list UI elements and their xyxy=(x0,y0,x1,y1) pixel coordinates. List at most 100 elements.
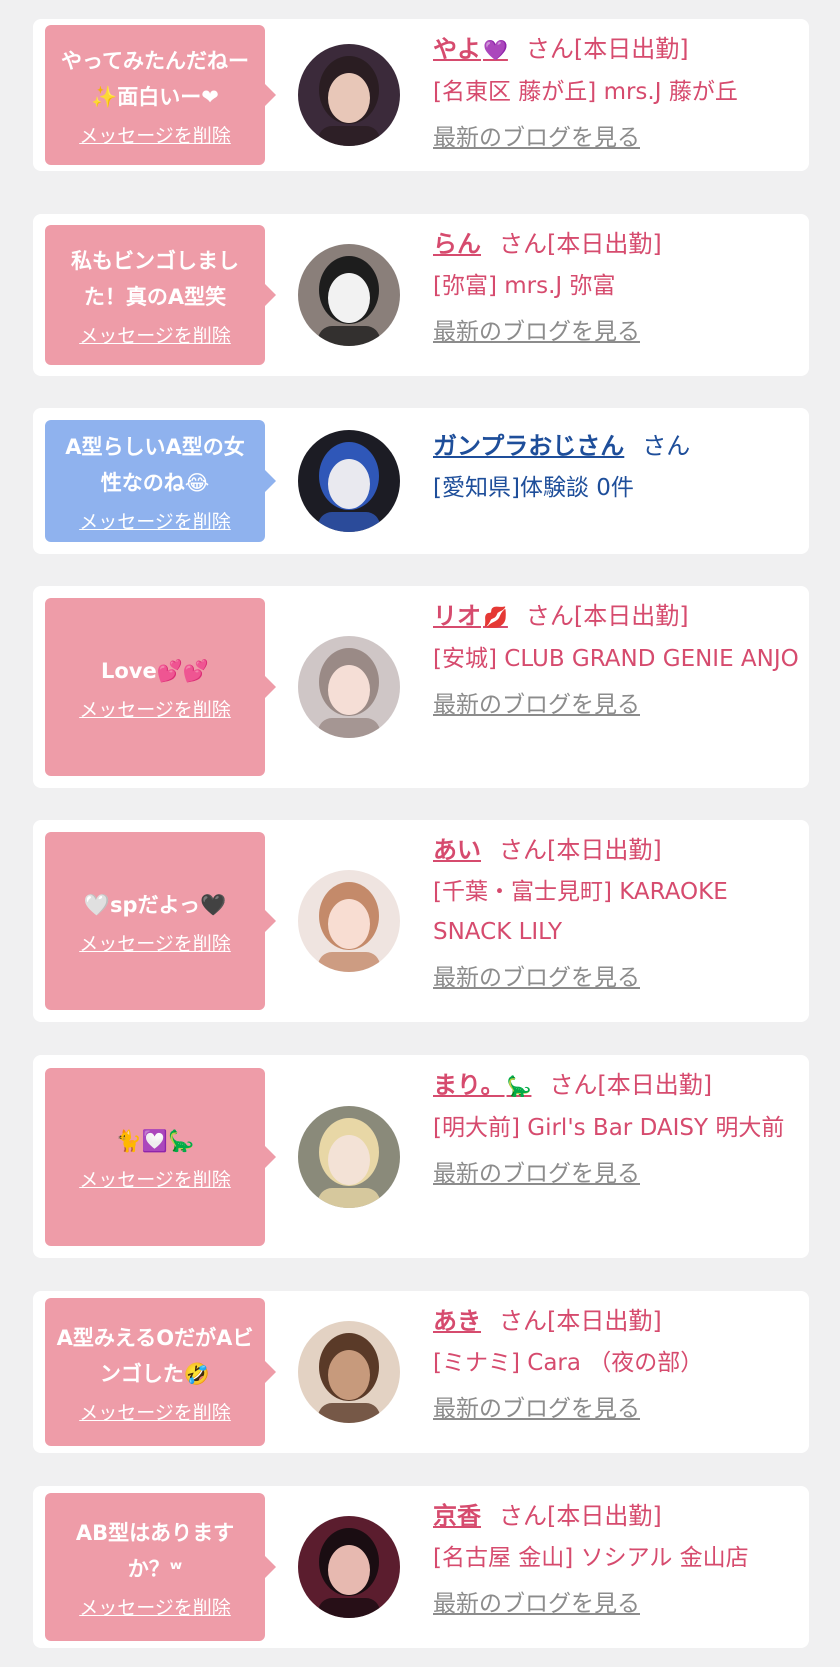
profile-name-link[interactable]: あい xyxy=(433,836,481,864)
profile-info: やよ 💜 さん[本日出勤] [名東区 藤が丘] mrs.J 藤が丘最新のブログを見る xyxy=(433,29,799,152)
message-card: A型らしいA型の女性なのね😂 メッセージを削除 ガンプラおじさん さん [愛知県]体験談… xyxy=(33,408,809,554)
name-emoji-icon: 💋 xyxy=(483,605,508,629)
profile-name[interactable]: 京香 xyxy=(433,1502,481,1530)
message-bubble: 私もビンゴしました！真のA型笑 メッセージを削除 xyxy=(45,225,276,365)
profile-name-link[interactable]: リオ 💋 xyxy=(433,602,508,630)
latest-blog-link[interactable]: 最新のブログを見る xyxy=(433,1584,640,1618)
avatar-photo xyxy=(298,636,400,738)
name-suffix: さん[本日出勤] xyxy=(525,35,689,63)
message-bubble: A型らしいA型の女性なのね😂 メッセージを削除 xyxy=(45,420,276,542)
shop-info: [弥富] mrs.J 弥富 xyxy=(433,273,616,299)
avatar[interactable] xyxy=(298,244,400,346)
shop-info: [名古屋 金山] ソシアル 金山店 xyxy=(433,1545,749,1571)
profile-info: ガンプラおじさん さん [愛知県]体験談 0件 xyxy=(433,426,799,508)
shop-info: [名東区 藤が丘] mrs.J 藤が丘 xyxy=(433,79,738,105)
message-card: AB型はありますか？ʷ メッセージを削除 京香 さん[本日出勤] [名古屋 金山] ソシ… xyxy=(33,1486,809,1648)
profile-info: まり。 🦕 さん[本日出勤] [明大前] Girl's Bar DAISY 明大前最新… xyxy=(433,1065,799,1188)
message-card: 🤍spだよっ🖤 メッセージを削除 あい さん[本日出勤] [千葉・富士見町] KARAO… xyxy=(33,820,809,1022)
avatar[interactable] xyxy=(298,636,400,738)
name-suffix: さん[本日出勤] xyxy=(499,1502,662,1530)
shop-info: [明大前] Girl's Bar DAISY 明大前 xyxy=(433,1115,785,1141)
name-suffix: さん[本日出勤] xyxy=(499,1307,662,1335)
profile-name-link[interactable]: あき xyxy=(433,1307,481,1335)
profile-name[interactable]: らん xyxy=(433,230,481,258)
name-suffix: さん[本日出勤] xyxy=(499,230,662,258)
delete-message-link[interactable]: メッセージを削除 xyxy=(79,1593,231,1620)
profile-name[interactable]: あき xyxy=(433,1307,481,1335)
delete-message-link[interactable]: メッセージを削除 xyxy=(79,1165,231,1192)
name-row: あい さん[本日出勤] xyxy=(433,830,799,870)
name-suffix: さん[本日出勤] xyxy=(525,602,689,630)
name-row: ガンプラおじさん さん xyxy=(433,426,799,466)
delete-message-link[interactable]: メッセージを削除 xyxy=(79,507,231,534)
delete-message-link[interactable]: メッセージを削除 xyxy=(79,929,231,956)
avatar-photo xyxy=(298,1516,400,1618)
message-bubble: A型みえるOだがAビンゴした🤣 メッセージを削除 xyxy=(45,1298,276,1446)
message-bubble: AB型はありますか？ʷ メッセージを削除 xyxy=(45,1493,276,1641)
message-card: 私もビンゴしました！真のA型笑 メッセージを削除 らん さん[本日出勤] [弥富] mr… xyxy=(33,214,809,376)
message-bubble: 🤍spだよっ🖤 メッセージを削除 xyxy=(45,832,276,1010)
avatar-photo xyxy=(298,1321,400,1423)
profile-name[interactable]: まり。 xyxy=(433,1071,505,1099)
avatar-photo xyxy=(298,1106,400,1208)
message-text: A型らしいA型の女性なのね😂 xyxy=(65,434,245,495)
profile-name-link[interactable]: らん xyxy=(433,230,481,258)
profile-name[interactable]: あい xyxy=(433,836,481,864)
message-text: 🤍spだよっ🖤 xyxy=(83,892,227,917)
latest-blog-link[interactable]: 最新のブログを見る xyxy=(433,1154,640,1188)
profile-info: リオ 💋 さん[本日出勤] [安城] CLUB GRAND GENIE ANJO 最新の… xyxy=(433,596,799,719)
message-bubble: やってみたんだねー✨面白いー❤ メッセージを削除 xyxy=(45,25,276,165)
name-row: まり。 🦕 さん[本日出勤] xyxy=(433,1065,799,1106)
avatar-photo xyxy=(298,430,400,532)
latest-blog-link[interactable]: 最新のブログを見る xyxy=(433,312,640,346)
message-bubble: Love💕💕 メッセージを削除 xyxy=(45,598,276,776)
avatar[interactable] xyxy=(298,1516,400,1618)
message-text: やってみたんだねー✨面白いー❤ xyxy=(61,48,249,109)
message-text: A型みえるOだがAビンゴした🤣 xyxy=(56,1325,254,1386)
latest-blog-link[interactable]: 最新のブログを見る xyxy=(433,1389,640,1423)
name-row: やよ 💜 さん[本日出勤] xyxy=(433,29,799,70)
message-card: やってみたんだねー✨面白いー❤ メッセージを削除 やよ 💜 さん[本日出勤] [名東区 藤… xyxy=(33,19,809,171)
profile-name-link[interactable]: まり。 🦕 xyxy=(433,1071,531,1099)
profile-name-link[interactable]: やよ 💜 xyxy=(433,35,508,63)
message-list: やってみたんだねー✨面白いー❤ メッセージを削除 やよ 💜 さん[本日出勤] [名東区 藤… xyxy=(0,0,840,1667)
profile-info: あい さん[本日出勤] [千葉・富士見町] KARAOKE SNACK LILY 最新… xyxy=(433,830,799,992)
profile-name[interactable]: リオ xyxy=(433,602,481,630)
avatar[interactable] xyxy=(298,870,400,972)
name-suffix: さん[本日出勤] xyxy=(499,836,662,864)
message-text: 🐈💟🦕 xyxy=(115,1128,195,1153)
latest-blog-link[interactable]: 最新のブログを見る xyxy=(433,685,640,719)
avatar-photo xyxy=(298,870,400,972)
shop-info: [ミナミ] Cara （夜の部） xyxy=(433,1350,704,1376)
name-row: あき さん[本日出勤] xyxy=(433,1301,799,1341)
delete-message-link[interactable]: メッセージを削除 xyxy=(79,321,231,348)
profile-name[interactable]: やよ xyxy=(433,35,481,63)
name-emoji-icon: 🦕 xyxy=(506,1074,532,1098)
message-text: Love💕💕 xyxy=(100,658,210,683)
shop-info: [安城] CLUB GRAND GENIE ANJO xyxy=(433,646,799,672)
name-emoji-icon: 💜 xyxy=(483,38,508,62)
message-card: A型みえるOだがAビンゴした🤣 メッセージを削除 あき さん[本日出勤] [ミナミ] C… xyxy=(33,1291,809,1453)
shop-info: [愛知県]体験談 0件 xyxy=(433,475,634,501)
avatar[interactable] xyxy=(298,1106,400,1208)
avatar[interactable] xyxy=(298,1321,400,1423)
latest-blog-link[interactable]: 最新のブログを見る xyxy=(433,118,640,152)
avatar-photo xyxy=(298,244,400,346)
delete-message-link[interactable]: メッセージを削除 xyxy=(79,1398,231,1425)
name-row: らん さん[本日出勤] xyxy=(433,224,799,264)
avatar[interactable] xyxy=(298,430,400,532)
name-row: 京香 さん[本日出勤] xyxy=(433,1496,799,1536)
delete-message-link[interactable]: メッセージを削除 xyxy=(79,695,231,722)
avatar[interactable] xyxy=(298,44,400,146)
profile-name-link[interactable]: 京香 xyxy=(433,1502,481,1530)
delete-message-link[interactable]: メッセージを削除 xyxy=(79,121,231,148)
avatar-photo xyxy=(298,44,400,146)
latest-blog-link[interactable]: 最新のブログを見る xyxy=(433,958,640,992)
profile-info: 京香 さん[本日出勤] [名古屋 金山] ソシアル 金山店最新のブログを見る xyxy=(433,1496,799,1618)
profile-name[interactable]: ガンプラおじさん xyxy=(433,432,624,460)
profile-name-link[interactable]: ガンプラおじさん xyxy=(433,432,624,460)
name-suffix: さん xyxy=(642,432,691,460)
name-row: リオ 💋 さん[本日出勤] xyxy=(433,596,799,637)
message-text: AB型はありますか？ʷ xyxy=(75,1520,235,1581)
message-card: 🐈💟🦕 メッセージを削除 まり。 🦕 さん[本日出勤] [明大前] Girl's Bar … xyxy=(33,1055,809,1258)
